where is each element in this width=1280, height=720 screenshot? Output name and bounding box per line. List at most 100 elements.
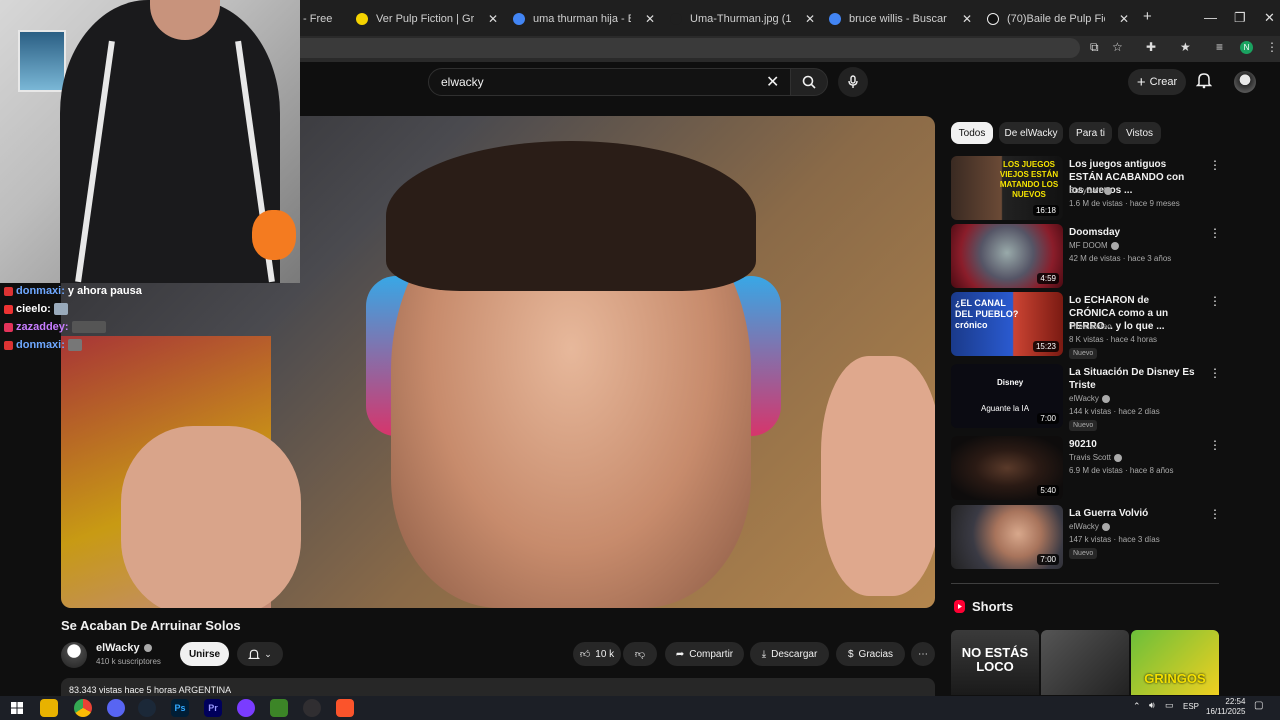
video-duration: 7:00 (1037, 554, 1059, 565)
video-duration: 16:18 (1032, 205, 1059, 216)
browser-tab[interactable]: Uma-Thurman.jpg (1920×1200) ✕ (670, 8, 815, 30)
close-window-icon[interactable]: ✕ (1264, 10, 1275, 26)
close-icon[interactable]: ✕ (645, 12, 655, 26)
short-item[interactable]: GRINGOS (1131, 630, 1219, 695)
channel-name[interactable]: elWacky (96, 642, 152, 654)
chip-from-channel[interactable]: De elWacky (999, 122, 1063, 144)
browser-tab[interactable]: Ver Pulp Fiction | Gratis en Merc ✕ (356, 8, 498, 30)
chip-all[interactable]: Todos (951, 122, 993, 144)
browser-tab[interactable]: - Free ✕ (303, 8, 343, 30)
premiere-icon[interactable]: Pr (204, 699, 222, 717)
address-bar[interactable] (300, 38, 1080, 58)
install-app-icon[interactable]: ⧉ (1090, 40, 1099, 55)
steam-icon[interactable] (138, 699, 156, 717)
notifications-button[interactable] (1195, 71, 1213, 94)
notification-center-icon[interactable]: ▢ (1254, 700, 1263, 711)
photoshop-icon[interactable]: Ps (171, 699, 189, 717)
browser-tab[interactable]: bruce willis - Buscar con Goog ✕ (829, 8, 972, 30)
media-control-icon[interactable]: ≡ (1216, 40, 1223, 54)
close-icon[interactable]: ✕ (488, 12, 498, 26)
bookmark-star-icon[interactable]: ☆ (1112, 40, 1123, 54)
channel-avatar[interactable] (61, 642, 87, 668)
app-icon[interactable] (237, 699, 255, 717)
image-icon (670, 13, 682, 25)
channel-name-text: MF DOOM (1069, 241, 1108, 250)
chip-watched[interactable]: Vistos (1118, 122, 1161, 144)
recommended-video[interactable]: 5:40 90210 Travis Scott 6.9 M de vistas … (951, 436, 1221, 500)
file-explorer-icon[interactable] (40, 699, 58, 717)
channel-name: Thematoteo (1069, 322, 1112, 331)
create-button[interactable]: + Crear (1128, 69, 1186, 95)
chip-for-you[interactable]: Para ti (1069, 122, 1112, 144)
minimize-icon[interactable]: — (1204, 10, 1217, 25)
stream-chat: donmaxi: y ahora pausa cieelo: zazaddey:… (0, 283, 170, 353)
chat-user: zazaddey: (16, 321, 69, 333)
language-indicator[interactable]: ESP (1183, 702, 1199, 711)
video-title: La Guerra Volvió (1069, 508, 1149, 519)
recommended-video[interactable]: ¿EL CANAL DEL PUEBLO? crónico 15:23 Lo E… (951, 292, 1221, 359)
recommended-video[interactable]: 7:00 La Guerra Volvió elWacky 147 k vist… (951, 505, 1221, 569)
search-input[interactable]: elwacky (428, 68, 792, 96)
bookmarks-icon[interactable]: ★ (1180, 40, 1191, 54)
clear-search-icon[interactable]: ✕ (766, 72, 779, 92)
download-button[interactable]: ⤓ Descargar (750, 642, 829, 666)
video-frame-hand (821, 356, 935, 596)
dislike-button[interactable]: 👎︎ (623, 642, 657, 666)
short-item[interactable]: NO ESTÁS LOCO (951, 630, 1039, 695)
restore-icon[interactable]: ❐ (1234, 10, 1246, 26)
close-icon[interactable]: ✕ (1119, 12, 1129, 26)
video-thumbnail: 7:00 (951, 505, 1063, 569)
download-label: Descargar (771, 648, 818, 660)
video-description[interactable]: 83.343 vistas hace 5 horas ARGENTINA (61, 678, 935, 698)
menu-dots-icon[interactable]: ⋮ (1266, 40, 1278, 54)
new-tab-button[interactable]: + (1143, 8, 1152, 25)
browser-tab-active[interactable]: (70)Baile de Pulp Fiction con Br ✕ (987, 8, 1129, 30)
clock[interactable]: 22:54 16/11/2025 (1206, 697, 1245, 717)
more-vert-icon[interactable]: ⋮ (1209, 438, 1221, 452)
like-button[interactable]: 👍︎ 10 k (573, 642, 621, 666)
chat-message: cieelo: (4, 303, 68, 315)
network-icon[interactable]: ▭ (1165, 700, 1174, 711)
recommended-video[interactable]: LOS JUEGOS VIEJOS ESTÁN MATANDO LOS NUEV… (951, 156, 1221, 220)
tray-chevron-icon[interactable]: ⌃ (1133, 701, 1141, 712)
thanks-button[interactable]: $ Gracias (836, 642, 905, 666)
profile-avatar[interactable]: N (1240, 41, 1253, 54)
close-icon[interactable]: ✕ (962, 12, 972, 26)
share-button[interactable]: ➦ Compartir (665, 642, 744, 666)
subscription-bell-button[interactable]: ⌄ (237, 642, 283, 666)
more-vert-icon[interactable]: ⋮ (1209, 294, 1221, 308)
short-item[interactable] (1041, 630, 1129, 695)
super-thanks-icon: $ (847, 648, 854, 660)
shorts-label: Shorts (972, 599, 1014, 614)
browser-tab[interactable]: uma thurman hija - Buscar con ✕ (513, 8, 655, 30)
streamer-body (60, 0, 280, 283)
recommended-video[interactable]: 4:59 Doomsday MF DOOM 42 M de vistas · h… (951, 224, 1221, 288)
brave-icon[interactable] (336, 699, 354, 717)
more-vert-icon[interactable]: ⋮ (1209, 366, 1221, 380)
search-button[interactable] (790, 68, 828, 96)
tab-title: uma thurman hija - Buscar con (533, 13, 631, 25)
minecraft-icon[interactable] (270, 699, 288, 717)
discord-icon[interactable] (107, 699, 125, 717)
google-icon (829, 13, 841, 25)
tab-title: - Free (303, 13, 333, 25)
close-icon[interactable]: ✕ (805, 12, 815, 26)
more-vert-icon[interactable]: ⋮ (1209, 158, 1221, 172)
chrome-icon[interactable] (74, 699, 92, 717)
volume-icon[interactable]: 🔊︎ (1149, 700, 1155, 711)
user-avatar[interactable] (1234, 71, 1256, 93)
chat-message: donmaxi: y ahora pausa (4, 285, 142, 297)
voice-search-button[interactable] (838, 67, 868, 97)
obs-icon[interactable] (303, 699, 321, 717)
windows-start-icon[interactable] (8, 699, 26, 717)
more-vert-icon[interactable]: ⋮ (1209, 507, 1221, 521)
recommended-video[interactable]: Disney Aguante la IA 7:00 La Situación D… (951, 364, 1221, 431)
video-thumbnail: 5:40 (951, 436, 1063, 500)
more-vert-icon[interactable]: ⋮ (1209, 226, 1221, 240)
join-button[interactable]: Unirse (180, 642, 229, 666)
video-duration: 4:59 (1037, 273, 1059, 284)
video-meta: 6.9 M de vistas · hace 8 años (1069, 466, 1174, 475)
tiktok-icon (987, 13, 999, 25)
extensions-icon[interactable]: ✚ (1146, 40, 1156, 54)
more-actions-button[interactable]: ⋯ (911, 642, 935, 666)
